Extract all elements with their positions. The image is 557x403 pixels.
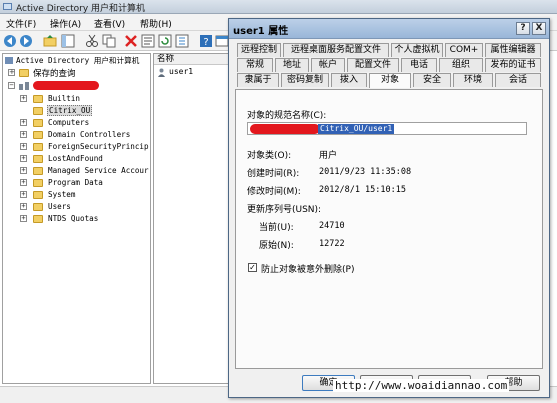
main-titlebar: Active Directory 用户和计算机 (0, 0, 557, 14)
expand-icon[interactable]: + (20, 191, 27, 198)
folder-icon (19, 69, 29, 77)
expand-icon[interactable]: + (20, 215, 27, 222)
tab-profile[interactable]: 配置文件 (347, 58, 399, 72)
tab-com-plus[interactable]: COM+ (445, 43, 483, 57)
dialog-titlebar[interactable]: user1 属性 ? X (229, 19, 549, 39)
folder-icon (33, 203, 43, 211)
redacted-domain-name (33, 81, 99, 90)
ad-app-icon (3, 3, 12, 10)
canonical-name-value: Citrix_OU/user1 (318, 124, 395, 134)
modified-label: 修改时间(M): (247, 187, 301, 197)
column-header-name[interactable]: 名称 (154, 54, 232, 65)
site-watermark: http://www.woaidiannao.com (333, 379, 510, 392)
tab-password-replication[interactable]: 密码复制 (281, 73, 329, 87)
expand-icon[interactable]: + (20, 119, 27, 126)
usn-current-value: 24710 (319, 221, 345, 231)
tab-member-of[interactable]: 隶属于 (237, 73, 279, 87)
console-tree[interactable]: Active Directory 用户和计算机 + 保存的查询 − + Buil… (2, 53, 151, 384)
tab-published-certificates[interactable]: 发布的证书 (485, 58, 541, 72)
tab-object[interactable]: 对象 (369, 73, 411, 88)
menu-action[interactable]: 操作(A) (48, 16, 83, 31)
tab-sessions[interactable]: 会话 (495, 73, 541, 87)
menu-view[interactable]: 查看(V) (92, 16, 127, 31)
folder-icon (33, 143, 43, 151)
menu-help[interactable]: 帮助(H) (138, 16, 174, 31)
list-item-label: user1 (169, 67, 194, 76)
created-label: 创建时间(R): (247, 169, 300, 179)
refresh-icon[interactable] (158, 34, 172, 48)
help-icon[interactable]: ? (199, 34, 213, 48)
back-arrow-icon[interactable] (3, 34, 17, 48)
tab-personal-vm[interactable]: 个人虚拟机 (391, 43, 443, 57)
tab-dial-in[interactable]: 拨入 (331, 73, 367, 87)
tab-environment[interactable]: 环境 (453, 73, 493, 87)
export-list-icon[interactable] (175, 34, 189, 48)
tab-remote-control[interactable]: 远程控制 (237, 43, 281, 57)
object-class-label: 对象类(O): (247, 151, 292, 161)
ou-folder-icon (33, 107, 43, 115)
canonical-name-field[interactable]: Citrix_OU/user1 (247, 122, 527, 135)
domain-icon (19, 82, 29, 90)
folder-icon (33, 119, 43, 127)
expand-icon[interactable]: + (20, 95, 27, 102)
forward-arrow-icon[interactable] (19, 34, 33, 48)
expand-icon[interactable]: + (20, 179, 27, 186)
tab-telephones[interactable]: 电话 (401, 58, 437, 72)
created-value: 2011/9/23 11:35:08 (319, 167, 412, 177)
ad-tree-icon (5, 57, 13, 64)
cut-icon[interactable] (85, 34, 99, 48)
properties-icon[interactable] (141, 34, 155, 48)
results-list[interactable]: 名称 user1 (153, 53, 233, 384)
main-window-title: Active Directory 用户和计算机 (16, 4, 146, 14)
folder-icon (33, 95, 43, 103)
console-icon[interactable] (215, 34, 229, 48)
dialog-title: user1 属性 (233, 26, 289, 37)
folder-icon (33, 155, 43, 163)
canonical-name-label: 对象的规范名称(C): (247, 111, 327, 121)
copy-icon[interactable] (102, 34, 116, 48)
expand-icon[interactable]: + (20, 143, 27, 150)
tab-account[interactable]: 帐户 (311, 58, 345, 72)
expand-icon[interactable]: + (20, 203, 27, 210)
usn-label: 更新序列号(USN): (247, 205, 322, 215)
expand-icon[interactable]: + (20, 155, 27, 162)
tab-attribute-editor[interactable]: 属性编辑器 (485, 43, 541, 57)
folder-icon (33, 167, 43, 175)
expand-icon[interactable]: + (8, 69, 15, 76)
properties-dialog: user1 属性 ? X 远程控制 远程桌面服务配置文件 个人虚拟机 COM+ … (228, 18, 550, 398)
folder-icon (33, 131, 43, 139)
up-folder-icon[interactable] (43, 34, 57, 48)
tab-security[interactable]: 安全 (413, 73, 451, 87)
object-class-value: 用户 (319, 151, 338, 161)
delete-icon[interactable] (124, 34, 138, 48)
show-console-tree-icon[interactable] (61, 34, 75, 48)
svg-text:?: ? (203, 37, 208, 48)
usn-original-label: 原始(N): (259, 241, 294, 251)
expand-icon[interactable]: + (20, 167, 27, 174)
help-caption-button[interactable]: ? (516, 22, 530, 35)
protect-from-deletion-label[interactable]: 防止对象被意外删除(P) (261, 262, 354, 275)
usn-original-value: 12722 (319, 239, 345, 249)
collapse-icon[interactable]: − (8, 82, 15, 89)
menu-file[interactable]: 文件(F) (4, 16, 38, 31)
folder-icon (33, 215, 43, 223)
object-tab-panel: 对象的规范名称(C): Citrix_OU/user1 对象类(O): 用户 创… (235, 89, 543, 369)
protect-from-deletion-checkbox[interactable]: ✓ (248, 263, 257, 272)
expand-icon[interactable]: + (20, 131, 27, 138)
tab-address[interactable]: 地址 (275, 58, 309, 72)
tab-rds-profile[interactable]: 远程桌面服务配置文件 (283, 43, 389, 57)
close-caption-button[interactable]: X (532, 22, 546, 35)
redacted-domain (250, 124, 320, 134)
tab-general[interactable]: 常规 (237, 58, 273, 72)
user-icon (158, 68, 165, 77)
tab-organization[interactable]: 组织 (439, 58, 483, 72)
folder-icon (33, 179, 43, 187)
folder-icon (33, 191, 43, 199)
modified-value: 2012/8/1 15:10:15 (319, 185, 406, 195)
usn-current-label: 当前(U): (259, 223, 294, 233)
